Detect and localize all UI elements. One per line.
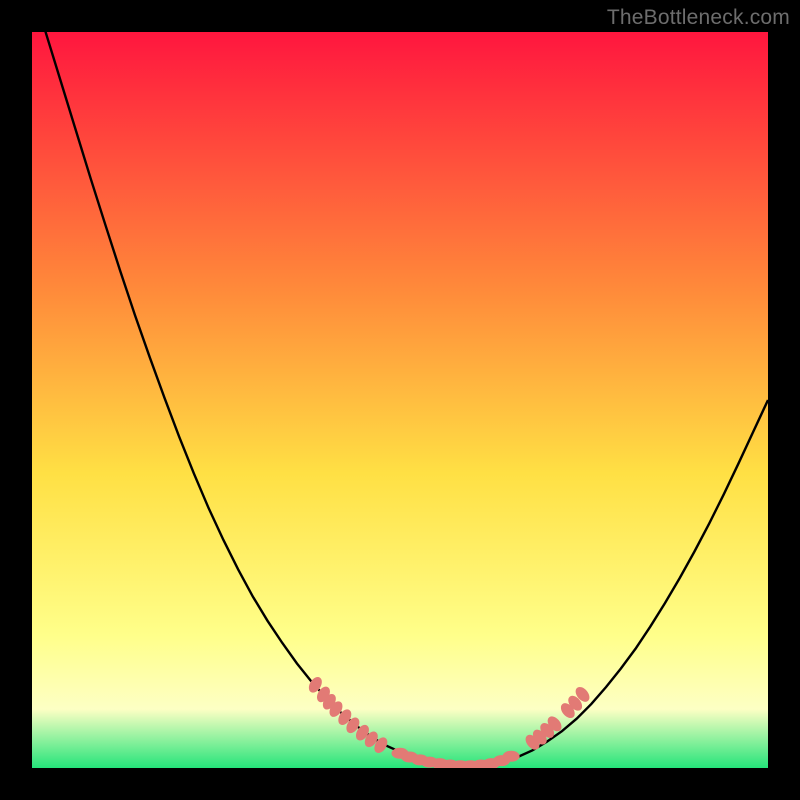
curve-marker [503,751,520,762]
gradient-background [32,32,768,768]
bottleneck-curve-chart [32,32,768,768]
attribution-label: TheBottleneck.com [607,6,790,30]
plot-area [32,32,768,768]
chart-frame: TheBottleneck.com [0,0,800,800]
